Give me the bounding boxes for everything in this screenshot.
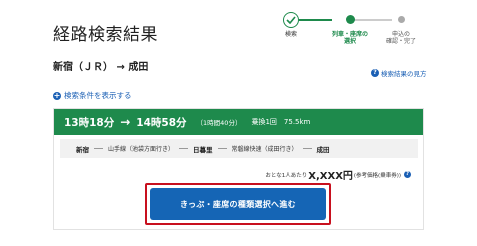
station-name: 日暮里 (193, 145, 213, 154)
proceed-ticket-selection-button[interactable]: きっぷ・座席の種類選択へ進む (150, 188, 326, 220)
result-header: 13時18分 → 14時58分 （1時間40分） 乗換1回 75.5km (54, 109, 423, 135)
segment-separator (302, 148, 312, 149)
fare-info: おとな1人あたり X,XXX円 (参考価格(乗車券)) ? (265, 167, 411, 182)
current-step-dot (345, 15, 355, 24)
plus-icon: + (53, 90, 61, 100)
fare-help-icon[interactable]: ? (404, 171, 411, 178)
progress-stepper: 検索 列車・座席の 選択 申込の 確認・完了 (282, 12, 427, 52)
arrow-right-icon: → (120, 115, 131, 129)
help-link-label: 検索結果の見方 (381, 70, 427, 78)
duration: （1時間40分） (196, 119, 242, 127)
segment-separator (217, 148, 227, 149)
question-icon: ? (371, 69, 379, 77)
segment-separator (94, 148, 103, 149)
distance: 75.5km (283, 118, 311, 126)
step-search: 検索 (261, 12, 321, 38)
step-label: 申込の 確認・完了 (385, 31, 416, 45)
route-segments: 新宿 山手線（池袋方面行き） 日暮里 常磐線快速（成田行き） 成田 (60, 139, 418, 158)
check-icon (283, 12, 299, 28)
page-title: 経路検索結果 (53, 25, 158, 45)
fare-value: X,XXX円 (308, 171, 353, 182)
cta-highlight: きっぷ・座席の種類選択へ進む (145, 183, 331, 225)
pending-step-dot (397, 16, 405, 23)
fare-prefix: おとな1人あたり (265, 172, 308, 179)
show-conditions-label: 検索条件を表示する (64, 91, 132, 100)
route-result-card: 13時18分 → 14時58分 （1時間40分） 乗換1回 75.5km 新宿 … (53, 108, 424, 230)
arrive-time: 14時58分 (136, 116, 187, 129)
depart-time: 13時18分 (64, 116, 115, 129)
line-name: 常磐線快速（成田行き） (231, 146, 298, 153)
help-link[interactable]: ? 検索結果の見方 (371, 68, 427, 78)
station-name: 新宿 (76, 145, 89, 154)
show-conditions-link[interactable]: + 検索条件を表示する (53, 90, 132, 101)
step-label: 検索 (284, 31, 297, 38)
step-confirm: 申込の 確認・完了 (371, 12, 431, 45)
line-name: 山手線（池袋方面行き） (108, 146, 175, 153)
transfers: 乗換1回 (251, 118, 277, 126)
station-name: 成田 (316, 145, 330, 154)
route-title: 新宿（ＪＲ） → 成田 (53, 62, 149, 73)
segment-separator (179, 148, 189, 149)
fare-suffix: (参考価格(乗車券)) (353, 172, 401, 179)
